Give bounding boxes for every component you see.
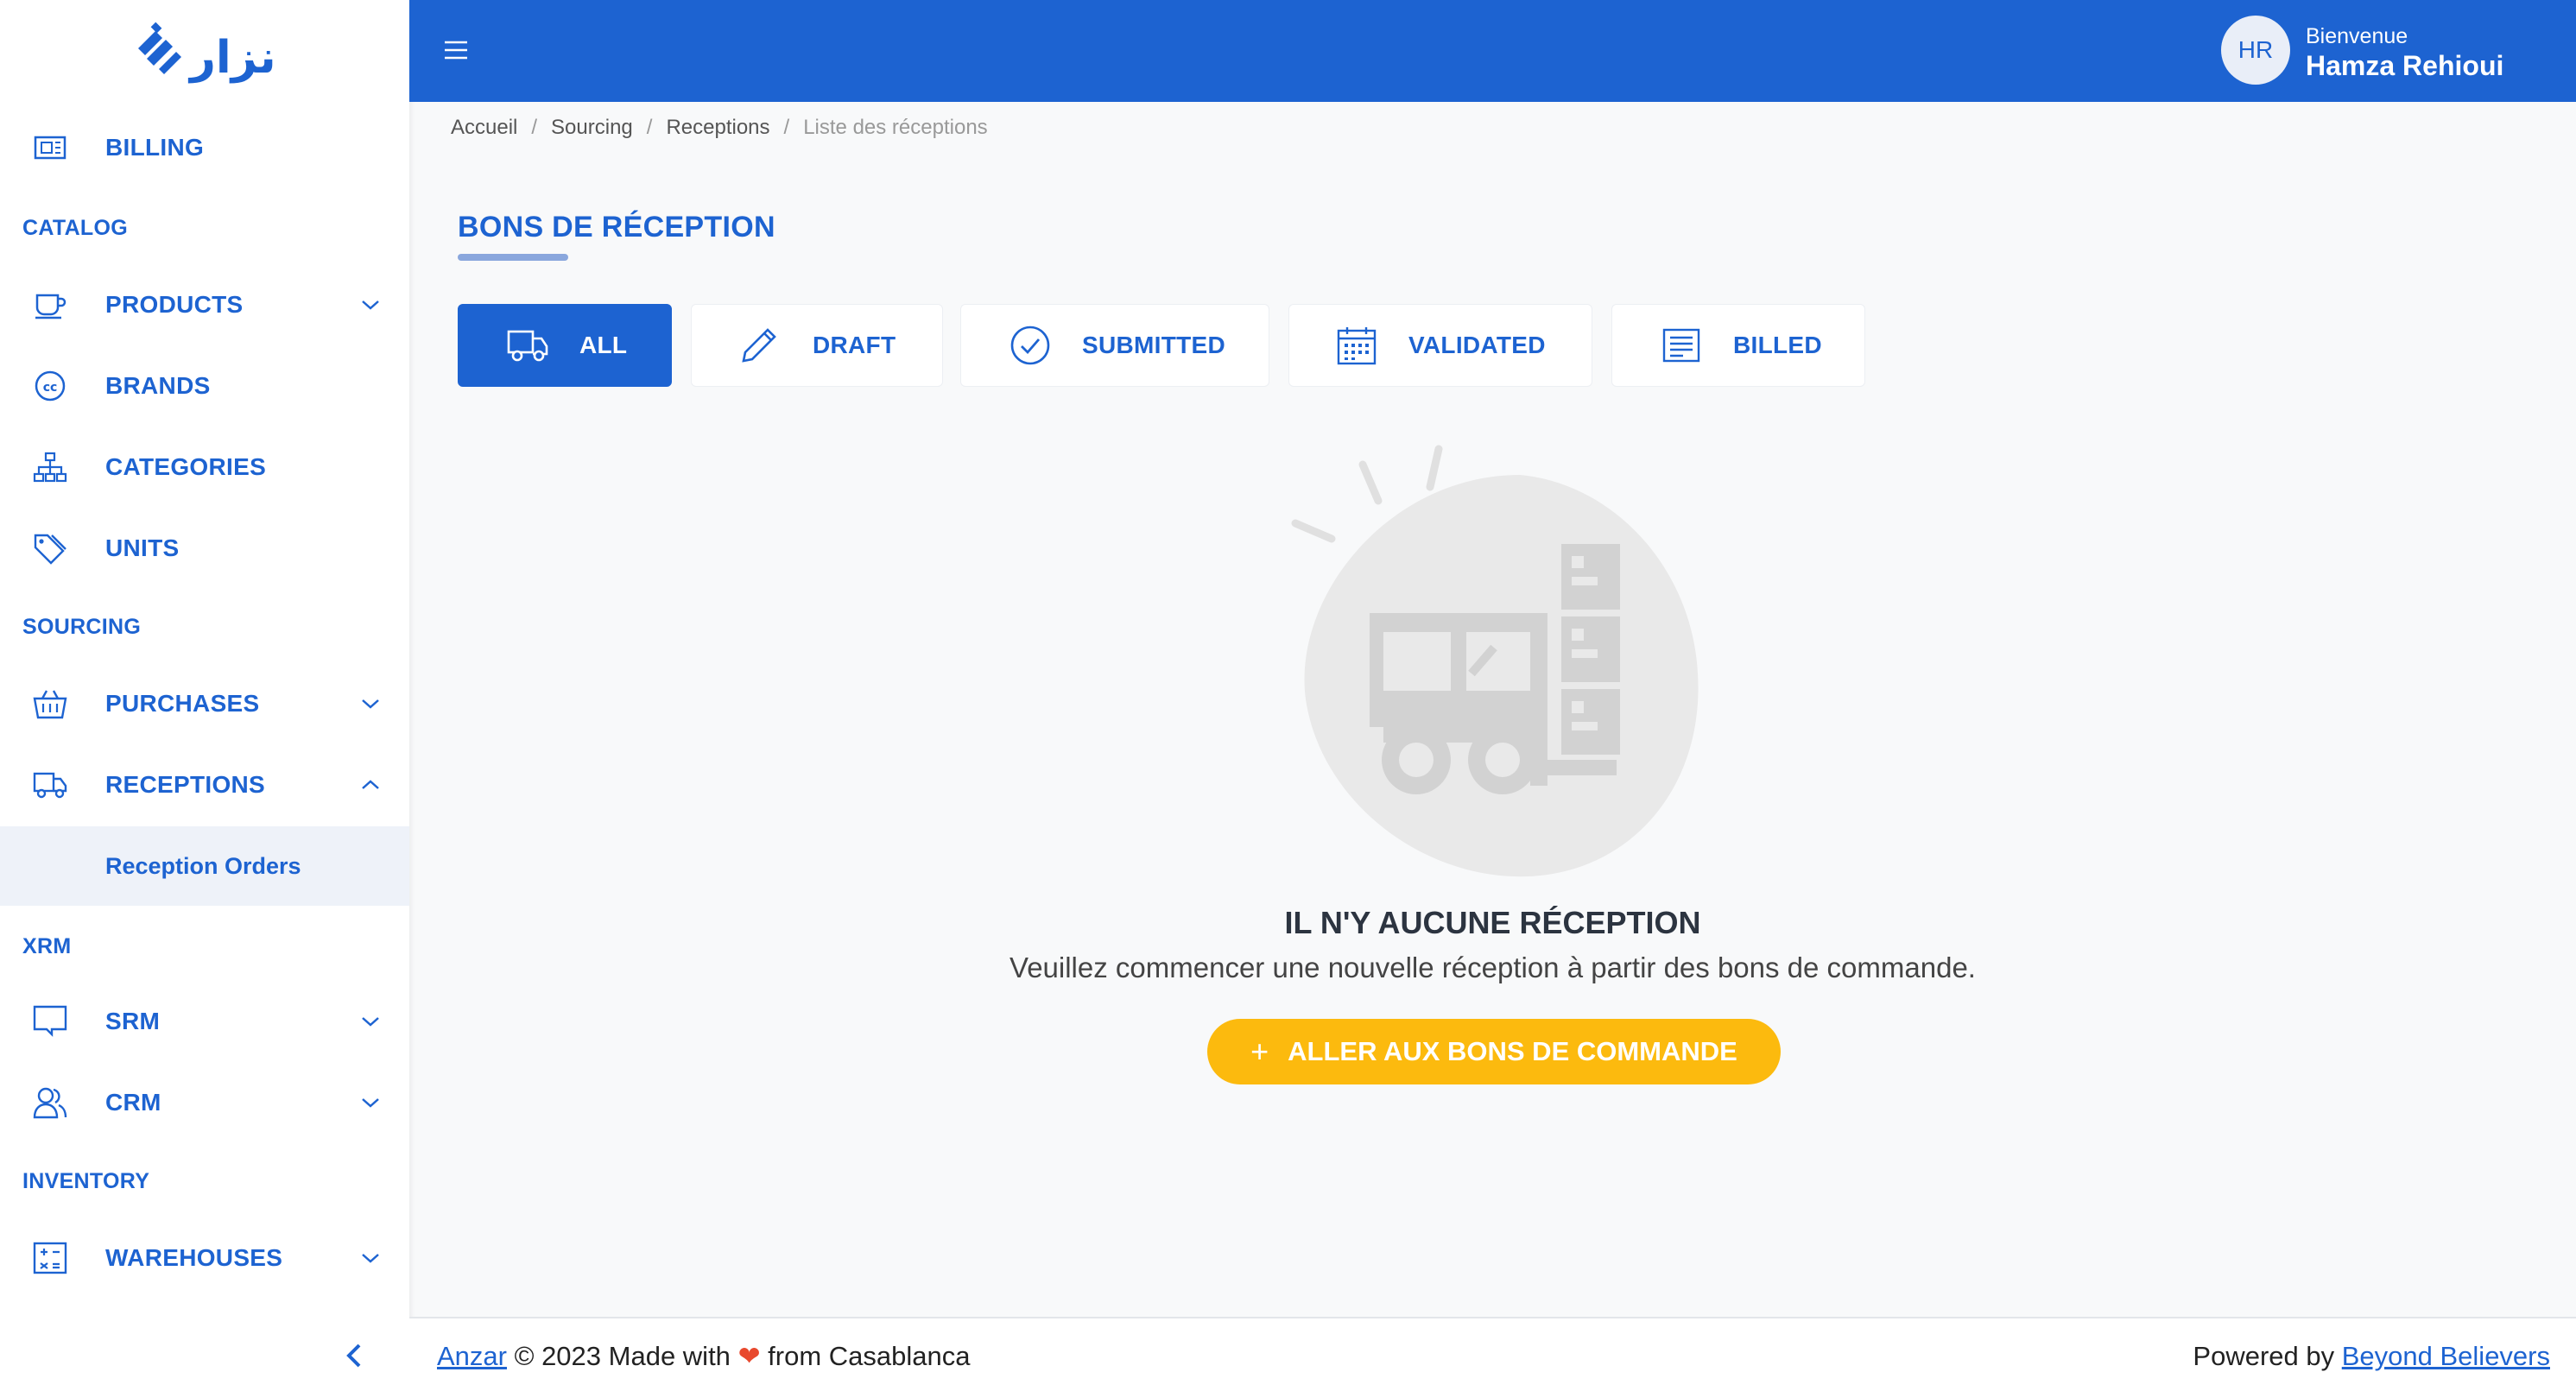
breadcrumb-separator: / xyxy=(531,116,538,139)
empty-state-title: IL N'Y AUCUNE RÉCEPTION xyxy=(1284,905,1701,940)
anzar-link[interactable]: Anzar xyxy=(437,1341,507,1371)
sidebar-item-label: RECEPTIONS xyxy=(105,771,266,798)
user-name[interactable]: Hamza Rehioui xyxy=(2306,50,2503,82)
section-title-inventory: INVENTORY xyxy=(22,1169,150,1193)
chevron-up-icon[interactable] xyxy=(358,772,383,798)
sidebar-item-label: WAREHOUSES xyxy=(105,1244,283,1271)
title-underline xyxy=(458,254,568,261)
tab-all[interactable]: ALL xyxy=(458,304,672,387)
breadcrumb-current: Liste des réceptions xyxy=(803,116,988,139)
breadcrumb-separator: / xyxy=(646,116,653,139)
cta-label: ALLER AUX BONS DE COMMANDE xyxy=(1288,1036,1737,1066)
plus-icon: + xyxy=(1250,1034,1269,1069)
svg-text:أنزار: أنزار xyxy=(187,28,276,84)
basket-icon xyxy=(31,685,69,723)
welcome-text: Bienvenue xyxy=(2306,24,2408,48)
sidebar-item-brands[interactable]: cc BRANDS xyxy=(0,345,409,427)
invoice-icon xyxy=(31,129,69,167)
hierarchy-icon xyxy=(31,448,69,486)
sidebar-item-label: PURCHASES xyxy=(105,690,260,717)
chevron-left-icon xyxy=(346,1344,361,1368)
sidebar-item-receptions[interactable]: RECEPTIONS xyxy=(0,744,409,825)
sidebar-item-label: BILLING xyxy=(105,134,205,161)
footer-powered-by: Powered by xyxy=(2193,1341,2335,1371)
hamburger-icon xyxy=(445,41,467,60)
document-icon xyxy=(1659,323,1704,368)
sidebar-item-products[interactable]: PRODUCTS xyxy=(0,264,409,345)
page-title: BONS DE RÉCEPTION xyxy=(458,211,775,243)
truck-icon xyxy=(505,323,550,368)
footer-copyright: © 2023 Made with xyxy=(514,1341,731,1371)
footer-right: Powered by Beyond Believers xyxy=(2193,1341,2550,1372)
tab-label: DRAFT xyxy=(813,332,896,358)
users-icon xyxy=(31,1084,69,1122)
breadcrumb-home[interactable]: Accueil xyxy=(451,116,517,140)
sidebar-subitem-reception-orders[interactable]: Reception Orders xyxy=(0,826,409,906)
footer-from: from Casablanca xyxy=(768,1341,971,1371)
sidebar-item-label: SRM xyxy=(105,1008,161,1034)
copyright-circle-icon: cc xyxy=(31,367,69,405)
chevron-down-icon[interactable] xyxy=(358,1245,383,1271)
sidebar-item-label: PRODUCTS xyxy=(105,291,244,318)
sidebar-item-categories[interactable]: CATEGORIES xyxy=(0,427,409,508)
tab-validated[interactable]: VALIDATED xyxy=(1288,304,1592,387)
sidebar-item-billing[interactable]: BILLING xyxy=(0,107,409,188)
section-title-sourcing: SOURCING xyxy=(22,615,142,639)
top-bar: HR Bienvenue Hamza Rehioui xyxy=(409,0,2576,102)
chevron-down-icon[interactable] xyxy=(358,292,383,318)
breadcrumb-receptions[interactable]: Receptions xyxy=(666,116,769,140)
empty-state-message: Veuillez commencer une nouvelle réceptio… xyxy=(1010,952,1976,983)
menu-toggle-button[interactable] xyxy=(440,35,472,66)
tab-label: SUBMITTED xyxy=(1082,332,1226,358)
forklift-illustration xyxy=(1287,440,1710,889)
sidebar-item-label: CATEGORIES xyxy=(105,453,267,480)
footer: Anzar © 2023 Made with ❤ from Casablanca… xyxy=(409,1317,2576,1391)
collapse-sidebar-button[interactable] xyxy=(337,1338,371,1373)
tab-label: ALL xyxy=(579,332,628,358)
logo[interactable]: أنزار xyxy=(130,16,291,85)
svg-text:cc: cc xyxy=(43,381,58,395)
tab-billed[interactable]: BILLED xyxy=(1611,304,1865,387)
truck-icon xyxy=(31,766,69,804)
check-circle-icon xyxy=(1008,323,1053,368)
tab-label: VALIDATED xyxy=(1408,332,1546,358)
chevron-down-icon[interactable] xyxy=(358,1090,383,1116)
cup-icon xyxy=(31,286,69,324)
calendar-icon xyxy=(1334,323,1379,368)
tags-icon xyxy=(31,529,69,567)
chevron-down-icon[interactable] xyxy=(358,1008,383,1034)
warehouse-icon xyxy=(31,1239,69,1277)
section-title-catalog: CATALOG xyxy=(22,216,128,240)
sidebar-item-warehouses[interactable]: WAREHOUSES xyxy=(0,1217,409,1299)
sidebar-item-crm[interactable]: CRM xyxy=(0,1062,409,1143)
tab-draft[interactable]: DRAFT xyxy=(691,304,943,387)
chevron-down-icon[interactable] xyxy=(358,691,383,717)
footer-left: Anzar © 2023 Made with ❤ from Casablanca xyxy=(437,1341,971,1372)
monitor-icon xyxy=(31,1002,69,1040)
breadcrumb-separator: / xyxy=(783,116,790,139)
sidebar-subitem-label: Reception Orders xyxy=(105,852,301,879)
avatar[interactable]: HR xyxy=(2221,16,2290,85)
sidebar-item-label: UNITS xyxy=(105,534,180,561)
sidebar-item-purchases[interactable]: PURCHASES xyxy=(0,663,409,744)
sidebar-item-srm[interactable]: SRM xyxy=(0,981,409,1062)
sidebar-item-label: BRANDS xyxy=(105,372,211,399)
sidebar-item-units[interactable]: UNITS xyxy=(0,508,409,589)
breadcrumb: Accueil / Sourcing / Receptions / Liste … xyxy=(451,116,988,140)
breadcrumb-sourcing[interactable]: Sourcing xyxy=(551,116,633,140)
sidebar-item-label: CRM xyxy=(105,1089,161,1116)
anzar-logo-icon: أنزار xyxy=(138,22,291,84)
heart-icon: ❤ xyxy=(737,1341,761,1371)
pencil-icon xyxy=(737,323,782,368)
beyond-believers-link[interactable]: Beyond Believers xyxy=(2342,1341,2550,1371)
tab-submitted[interactable]: SUBMITTED xyxy=(960,304,1269,387)
sidebar: أنزار BILLING CATALOG PRODUCTS cc BRANDS… xyxy=(0,0,409,1391)
go-to-purchase-orders-button[interactable]: + ALLER AUX BONS DE COMMANDE xyxy=(1207,1019,1781,1084)
tab-label: BILLED xyxy=(1733,332,1822,358)
